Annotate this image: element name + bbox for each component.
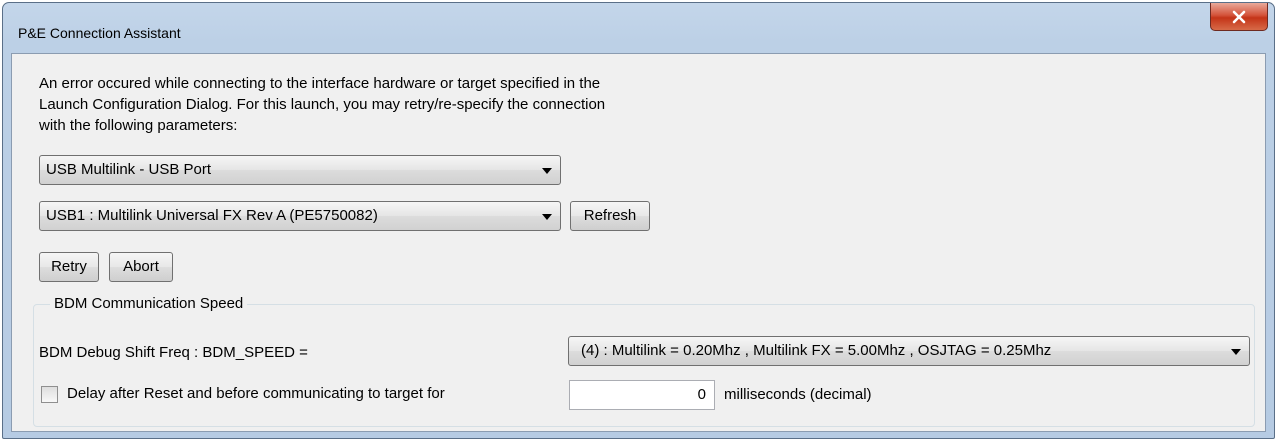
interface-type-value: USB Multilink - USB Port <box>46 161 212 178</box>
delay-units-label: milliseconds (decimal) <box>724 386 872 403</box>
close-button[interactable] <box>1210 3 1268 31</box>
bdm-speed-group-title: BDM Communication Speed <box>50 295 248 312</box>
chevron-down-icon <box>1231 349 1241 355</box>
error-message-line: with the following parameters: <box>39 117 238 134</box>
dialog-client-area: An error occured while connecting to the… <box>11 53 1266 432</box>
delay-ms-input[interactable]: 0 <box>569 380 715 410</box>
chevron-down-icon <box>542 168 552 174</box>
dialog-window: P&E Connection Assistant An error occure… <box>2 2 1275 439</box>
error-message-line: An error occured while connecting to the… <box>39 75 601 92</box>
delay-checkbox[interactable] <box>41 386 58 403</box>
refresh-button[interactable]: Refresh <box>570 201 650 231</box>
delay-label: Delay after Reset and before communicati… <box>67 385 445 402</box>
port-dropdown[interactable]: USB1 : Multilink Universal FX Rev A (PE5… <box>39 201 561 231</box>
interface-type-dropdown[interactable]: USB Multilink - USB Port <box>39 155 561 185</box>
bdm-speed-dropdown[interactable]: (4) : Multilink = 0.20Mhz , Multilink FX… <box>568 336 1250 366</box>
title-bar[interactable]: P&E Connection Assistant <box>3 3 1274 51</box>
bdm-shift-freq-label: BDM Debug Shift Freq : BDM_SPEED = <box>39 344 308 361</box>
close-icon <box>1232 10 1246 24</box>
chevron-down-icon <box>542 214 552 220</box>
error-message-line: Launch Configuration Dialog. For this la… <box>39 96 606 113</box>
port-value: USB1 : Multilink Universal FX Rev A (PE5… <box>46 207 378 224</box>
error-message: An error occured while connecting to the… <box>39 73 605 136</box>
bdm-speed-value: (4) : Multilink = 0.20Mhz , Multilink FX… <box>581 342 1052 359</box>
window-title: P&E Connection Assistant <box>18 25 181 41</box>
abort-button[interactable]: Abort <box>109 252 173 282</box>
retry-button[interactable]: Retry <box>39 252 99 282</box>
